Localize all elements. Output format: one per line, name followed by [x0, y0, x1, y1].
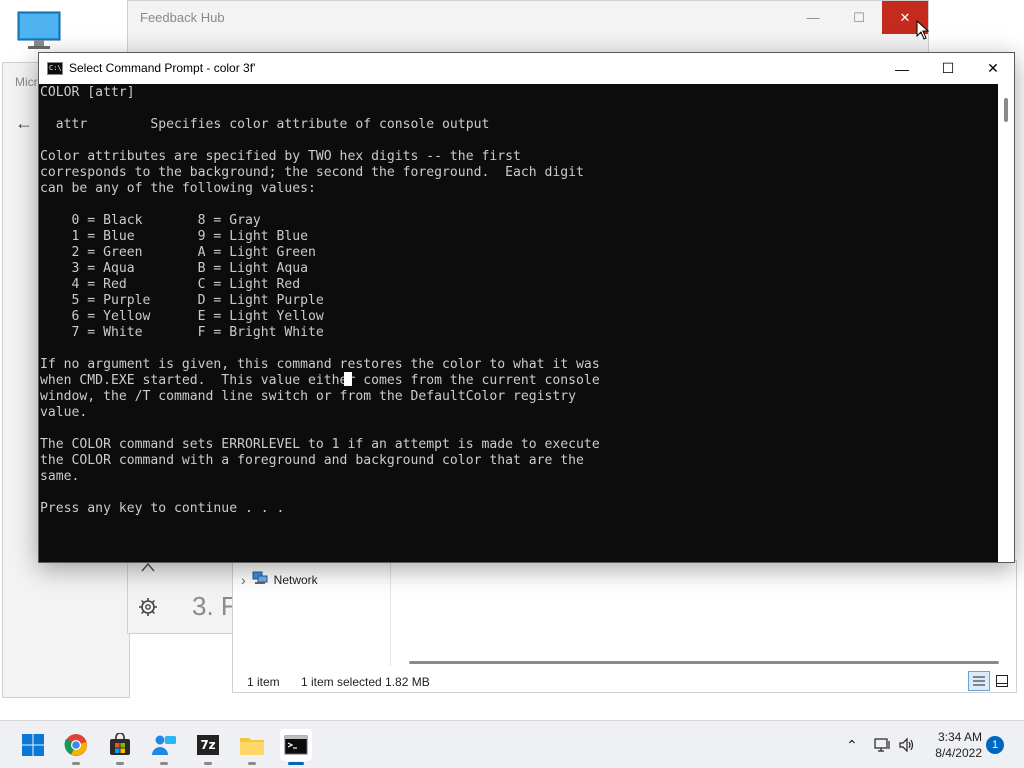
chevron-up-icon[interactable]: ⌃	[846, 737, 858, 754]
nav-item-label: Network	[273, 572, 318, 587]
horizontal-scrollbar[interactable]	[409, 661, 999, 664]
running-indicator	[116, 762, 124, 765]
taskbar: 7z ⌃ 3:34 AM 8/4/2022 1	[0, 720, 1024, 768]
file-explorer-icon[interactable]	[236, 729, 268, 765]
status-bar: 1 item 1 item selected 1.82 MB	[233, 669, 1016, 693]
running-indicator	[248, 762, 256, 765]
clock[interactable]: 3:34 AM 8/4/2022	[935, 729, 982, 761]
app-label: 7z	[200, 738, 216, 752]
back-arrow-icon[interactable]: ←	[15, 113, 33, 134]
maximize-button[interactable]: ☐	[836, 1, 882, 34]
command-prompt-icon[interactable]	[280, 729, 312, 765]
7zip-icon[interactable]: 7z	[192, 729, 224, 765]
running-indicator	[72, 762, 80, 765]
title-bar[interactable]: C:\ Select Command Prompt - color 3f' — …	[39, 53, 1014, 84]
console-output: COLOR [attr] attr Specifies color attrib…	[40, 85, 600, 516]
nav-item-network[interactable]: › Network	[241, 571, 318, 588]
store-icon[interactable]	[104, 729, 136, 765]
close-button[interactable]: ✕	[970, 53, 1016, 84]
start-icon[interactable]	[17, 729, 49, 761]
command-prompt-icon: C:\	[47, 62, 63, 75]
network-icon	[252, 571, 268, 588]
feedback-icon[interactable]	[140, 561, 156, 580]
network-status-icon[interactable]	[874, 721, 892, 768]
window-title: Select Command Prompt - color 3f'	[69, 61, 256, 75]
minimize-button[interactable]: —	[790, 1, 836, 34]
file-explorer-window: › Network 1 item 1 item selected 1.82 MB	[232, 560, 1017, 693]
item-count: 1 item	[247, 675, 280, 689]
chrome-icon[interactable]	[60, 729, 92, 765]
large-icons-view-icon[interactable]	[992, 671, 1012, 691]
chevron-right-icon[interactable]: ›	[241, 572, 246, 588]
settings-gear-icon[interactable]	[138, 597, 158, 617]
active-indicator	[288, 762, 304, 765]
this-pc-icon[interactable]	[16, 10, 62, 52]
people-icon[interactable]	[148, 729, 180, 765]
show-hidden-icons-button[interactable]: ⌃	[846, 721, 858, 768]
section-heading: 3. F	[192, 591, 237, 621]
running-indicator	[204, 762, 212, 765]
maximize-button[interactable]: ☐	[925, 53, 971, 84]
navigation-pane: › Network	[233, 561, 391, 666]
console-output-area[interactable]: COLOR [attr] attr Specifies color attrib…	[39, 84, 999, 562]
details-view-icon[interactable]	[968, 671, 990, 691]
vertical-scrollbar[interactable]	[998, 84, 1014, 562]
mouse-pointer-icon	[916, 19, 930, 40]
selection-info: 1 item selected 1.82 MB	[301, 675, 430, 689]
window-title: Micr	[15, 75, 38, 89]
clock-date: 8/4/2022	[935, 746, 982, 760]
window-title: Feedback Hub	[140, 10, 225, 25]
running-indicator	[160, 762, 168, 765]
text-cursor	[344, 372, 352, 386]
scrollbar-thumb[interactable]	[1004, 98, 1008, 122]
minimize-button[interactable]: —	[879, 53, 925, 84]
clock-time: 3:34 AM	[937, 730, 982, 744]
command-prompt-window[interactable]: C:\ Select Command Prompt - color 3f' — …	[38, 52, 1015, 563]
notification-badge[interactable]: 1	[986, 736, 1004, 754]
volume-icon[interactable]	[898, 721, 916, 768]
